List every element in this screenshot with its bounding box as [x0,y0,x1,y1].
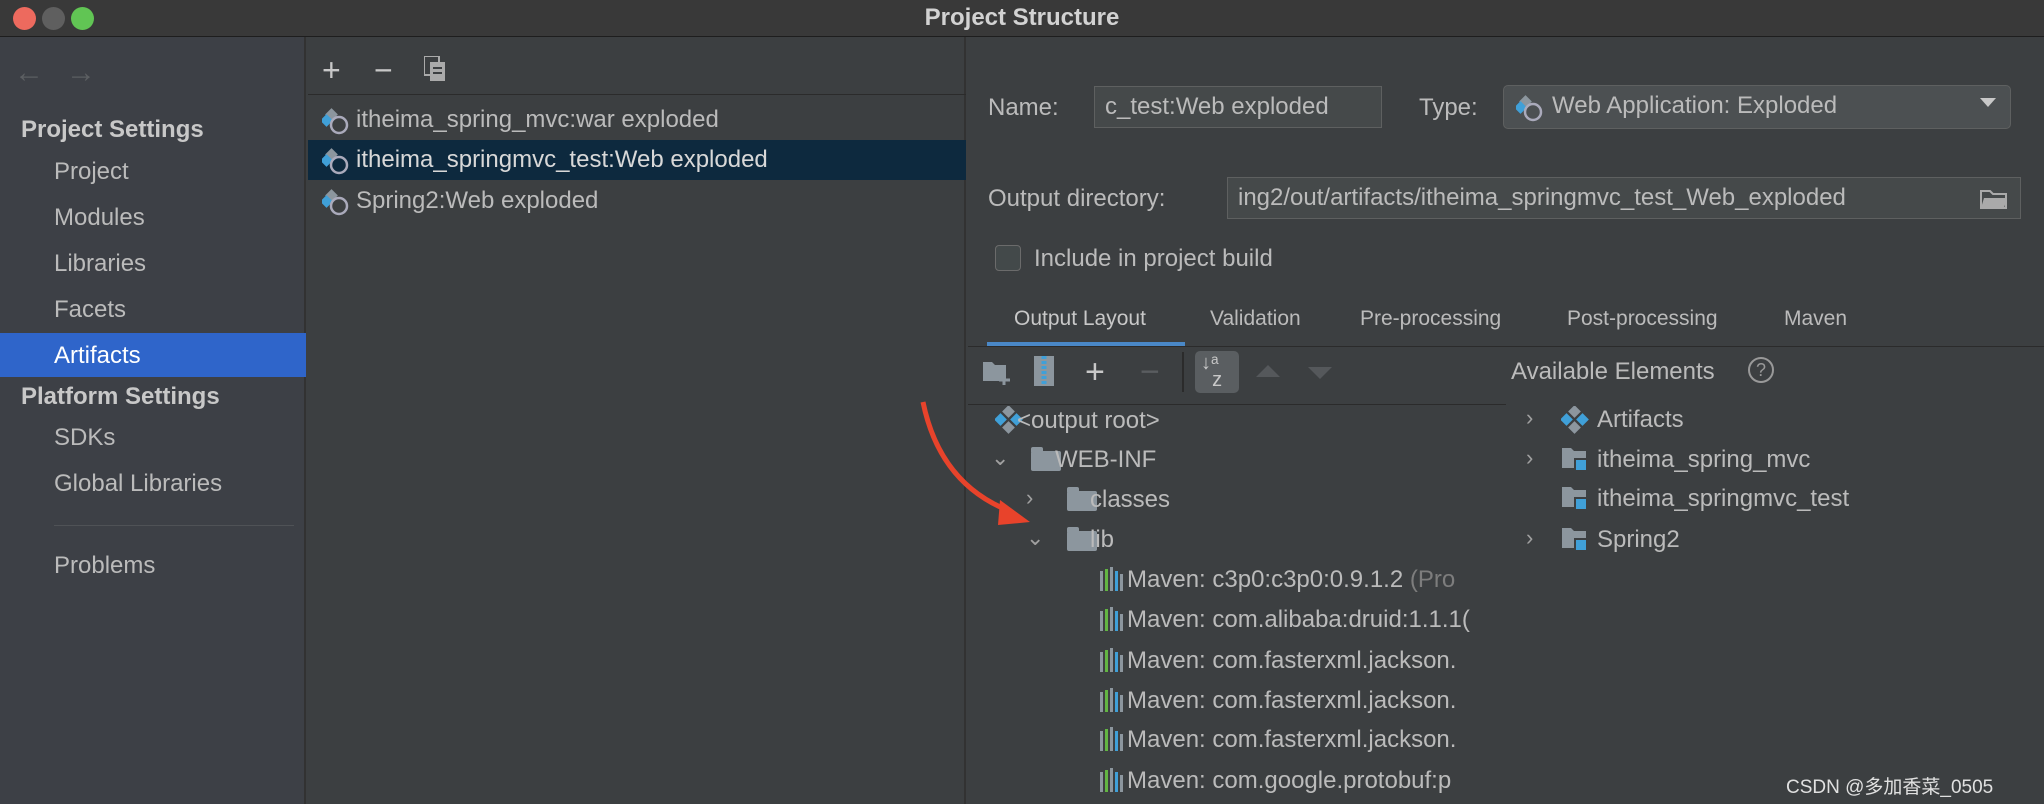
sidebar-item-facets[interactable]: Facets [54,296,126,324]
available-element-item[interactable]: itheima_springmvc_test [1597,485,1849,513]
add-icon[interactable]: + [322,52,341,89]
available-element-item[interactable]: itheima_spring_mvc [1597,446,1810,474]
output-tree-item[interactable]: Maven: com.alibaba:druid:1.1.1( [1127,606,1470,634]
sidebar-divider [54,525,294,526]
output-tree-item[interactable]: classes [1090,486,1170,514]
move-down-icon[interactable] [1308,367,1332,379]
item-label: Maven: c3p0:c3p0:0.9.1.2 [1127,566,1404,593]
available-elements-title: Available Elements [1511,358,1715,385]
sort-az-icon: ↓ᵃ z [1201,352,1223,391]
toolbar-divider [308,94,966,95]
item-label: Maven: com.alibaba:druid:1.1.1( [1127,606,1470,633]
help-icon[interactable]: ? [1748,357,1774,383]
tab-validation[interactable]: Validation [1210,307,1301,331]
platform-settings-header: Platform Settings [21,383,220,410]
output-tree-item[interactable]: lib [1090,526,1114,554]
create-archive-icon[interactable] [1034,356,1054,386]
web-artifact-icon [320,188,350,223]
chevron-right-icon[interactable]: › [1526,525,1533,551]
artifact-list-item[interactable]: Spring2:Web exploded [356,187,598,215]
tab-post-processing[interactable]: Post-processing [1567,307,1718,331]
remove-icon[interactable]: − [374,52,393,89]
chevron-right-icon[interactable]: › [1526,445,1533,471]
chevron-down-icon[interactable] [1980,98,1996,107]
sidebar-item-modules[interactable]: Modules [54,204,145,232]
sidebar-item-global-libraries[interactable]: Global Libraries [54,470,222,498]
item-label: Maven: com.fasterxml.jackson. [1127,726,1457,753]
web-artifact-icon [320,107,350,142]
module-icon [1561,485,1589,518]
output-tree-item[interactable]: Maven: com.google.protobuf:p [1127,767,1451,795]
item-label: classes [1090,486,1171,513]
type-select[interactable]: Web Application: Exploded [1503,85,2011,129]
project-settings-header: Project Settings [21,116,204,143]
output-tree-item[interactable]: Maven: c3p0:c3p0:0.9.1.2 (Pro [1127,566,1455,594]
sidebar-item-project[interactable]: Project [54,158,129,186]
type-value: Web Application: Exploded [1552,92,1838,119]
title-bar: Project Structure [0,0,2044,37]
item-label: lib [1090,526,1115,553]
include-in-build-checkbox[interactable] [995,245,1021,271]
item-scope: (Pro [1409,566,1456,593]
sidebar-item-libraries[interactable]: Libraries [54,250,146,278]
maven-library-icon [1100,727,1126,758]
maven-library-icon [1100,567,1126,598]
tab-pre-processing[interactable]: Pre-processing [1360,307,1501,331]
type-label: Type: [1419,94,1478,121]
remove-element-icon[interactable]: − [1140,353,1160,392]
item-label: WEB-INF [1055,446,1157,473]
available-element-item[interactable]: Artifacts [1597,406,1684,434]
folder-browse-icon[interactable] [1980,188,2008,210]
output-tree-item[interactable]: Maven: com.fasterxml.jackson. [1127,687,1456,715]
sidebar-item-sdks[interactable]: SDKs [54,424,115,452]
toolbar-separator [1182,352,1184,392]
tabs-divider [968,346,2044,347]
move-up-icon[interactable] [1256,365,1280,377]
module-icon [1561,446,1589,479]
maven-library-icon [1100,607,1126,638]
name-label: Name: [988,94,1059,121]
maven-library-icon [1100,688,1126,719]
artifact-list-item[interactable]: itheima_springmvc_test:Web exploded [356,146,768,174]
tab-maven[interactable]: Maven [1784,307,1847,331]
tab-output-layout[interactable]: Output Layout [1014,307,1146,331]
web-artifact-icon [320,147,350,182]
add-element-icon[interactable]: + [1085,353,1105,392]
web-artifact-icon [1516,95,1543,122]
artifact-list-item[interactable]: itheima_spring_mvc:war exploded [356,106,719,134]
output-tree-item[interactable]: Maven: com.fasterxml.jackson. [1127,647,1456,675]
watermark: CSDN @多加香菜_0505 [1786,777,1994,798]
name-input[interactable]: c_test:Web exploded [1094,86,1382,128]
item-label: Maven: com.google.protobuf:p [1127,767,1452,794]
include-in-build-label: Include in project build [1034,245,1273,272]
item-label: Maven: com.fasterxml.jackson. [1127,647,1457,674]
back-arrow-icon[interactable]: ← [14,56,44,90]
sort-alphabetically-toggle[interactable]: ↓ᵃ z [1195,351,1239,393]
item-label: Maven: com.fasterxml.jackson. [1127,687,1457,714]
annotation-arrow [920,401,1030,525]
window-title: Project Structure [924,4,1120,31]
output-tree-item[interactable]: WEB-INF [1055,446,1156,474]
copy-icon[interactable] [424,56,446,82]
maven-library-icon [1100,768,1126,799]
available-element-item[interactable]: Spring2 [1597,526,1680,554]
module-icon [1561,526,1589,559]
new-directory-icon[interactable] [982,360,1012,386]
sidebar [0,37,306,804]
sidebar-selection [0,333,306,377]
maven-library-icon [1100,648,1126,679]
sidebar-item-artifacts[interactable]: Artifacts [54,342,141,370]
chevron-right-icon[interactable]: › [1526,405,1533,431]
forward-arrow-icon[interactable]: → [66,56,96,90]
sidebar-item-problems[interactable]: Problems [54,552,155,580]
output-directory-label: Output directory: [988,185,1166,212]
output-directory-input[interactable]: ing2/out/artifacts/itheima_springmvc_tes… [1227,177,2021,219]
artifact-icon [1560,405,1589,441]
output-tree-item[interactable]: Maven: com.fasterxml.jackson. [1127,726,1456,754]
